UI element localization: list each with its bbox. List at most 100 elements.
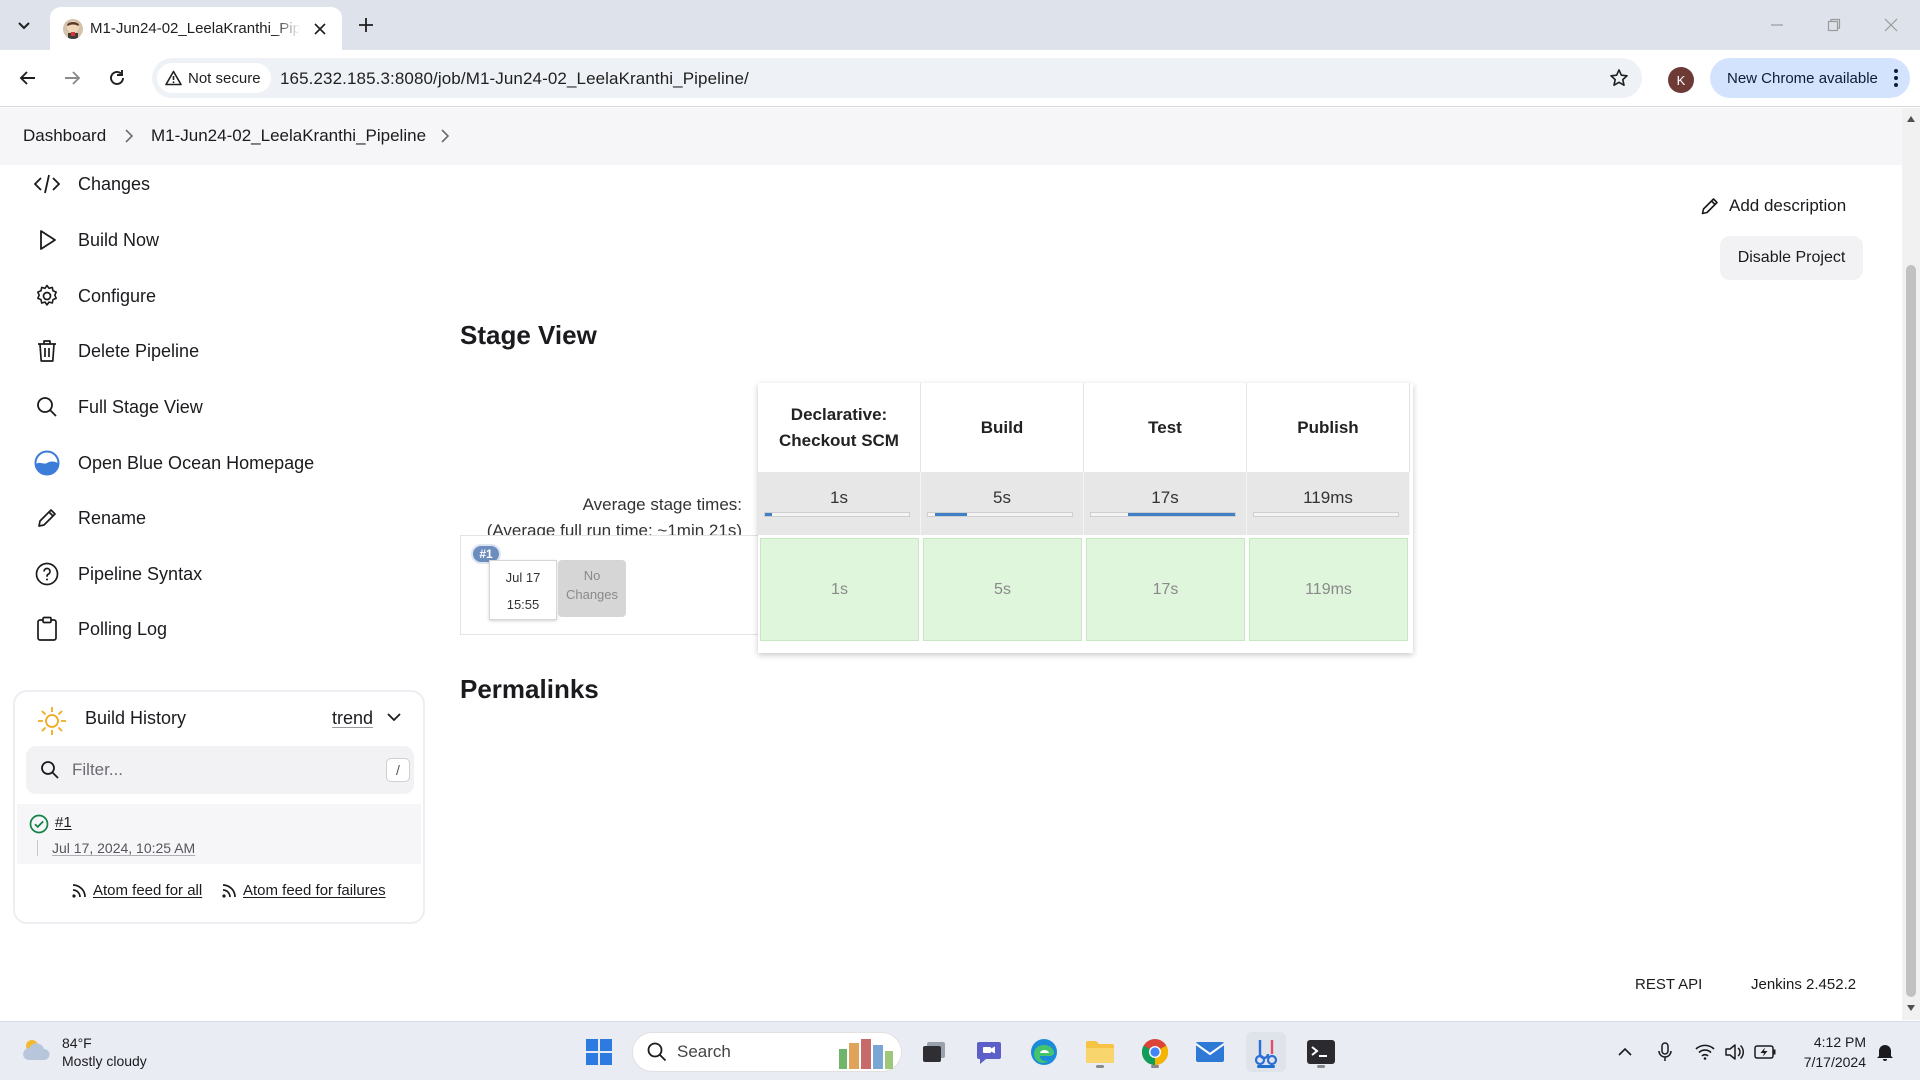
site-info-button[interactable]: Not secure (157, 63, 271, 93)
disable-project-button[interactable]: Disable Project (1720, 236, 1863, 280)
stage-result-cell[interactable]: 1s (760, 538, 919, 641)
bookmark-button[interactable] (1606, 65, 1632, 91)
active-indicator (1257, 1065, 1275, 1068)
taskbar-search[interactable]: Search (632, 1032, 902, 1072)
stage-result-cell[interactable]: 5s (923, 538, 1082, 641)
build-date-link[interactable]: Jul 17, 2024, 10:25 AM (52, 840, 195, 856)
task-rename[interactable]: Rename (34, 501, 146, 535)
scrollbar-thumb[interactable] (1906, 265, 1916, 997)
snipping-tool-icon (1254, 1040, 1278, 1066)
file-explorer-button[interactable] (1080, 1032, 1120, 1072)
atom-feed-failures-label: Atom feed for failures (243, 882, 386, 899)
stage-result-cell[interactable]: 119ms (1249, 538, 1408, 641)
stage-progress-bar (1253, 512, 1399, 517)
jenkins-favicon-icon (63, 19, 83, 39)
weather-desc: Mostly cloudy (62, 1053, 147, 1069)
task-view-button[interactable] (914, 1032, 954, 1072)
wifi-button[interactable] (1694, 1041, 1716, 1063)
show-hidden-icons-button[interactable] (1614, 1041, 1636, 1063)
breadcrumb-job[interactable]: M1-Jun24-02_LeelaKranthi_Pipeline (151, 126, 426, 146)
task-pipeline-syntax[interactable]: Pipeline Syntax (34, 557, 202, 591)
avg-stage-times-label: Average stage times: (582, 495, 742, 514)
no-changes-box[interactable]: No Changes (558, 560, 626, 617)
stage-progress-fill (935, 513, 967, 516)
stage-header: Declarative: Checkout SCM (758, 383, 921, 472)
breadcrumb-dashboard[interactable]: Dashboard (23, 126, 106, 146)
close-window-button[interactable] (1876, 10, 1906, 40)
rest-api-link[interactable]: REST API (1635, 976, 1702, 993)
build-filter-input[interactable] (72, 758, 352, 782)
volume-button[interactable] (1724, 1041, 1746, 1063)
build-filter: / (26, 746, 414, 794)
reload-button[interactable] (101, 62, 133, 94)
browser-tab[interactable]: M1-Jun24-02_LeelaKranthi_Pipeline (50, 7, 342, 50)
stage-header: Build (921, 383, 1084, 472)
profile-avatar[interactable]: K (1668, 67, 1694, 93)
teams-chat-button[interactable] (969, 1032, 1009, 1072)
jenkins-version-link[interactable]: Jenkins 2.452.2 (1751, 976, 1856, 993)
tab-search-button[interactable] (9, 10, 39, 40)
chevron-down-icon[interactable] (387, 712, 401, 722)
kebab-menu-icon (1894, 69, 1898, 87)
build-number-link[interactable]: #1 (55, 814, 72, 831)
trash-icon (34, 338, 60, 364)
stage-average-value: 119ms (1303, 488, 1353, 507)
folder-icon (1086, 1041, 1114, 1063)
address-bar[interactable]: Not secure 165.232.185.3:8080/job/M1-Jun… (152, 58, 1642, 98)
start-button[interactable] (579, 1032, 619, 1072)
atom-feed-all-link[interactable]: Atom feed for all (71, 882, 202, 899)
task-full-stage-view[interactable]: Full Stage View (34, 390, 203, 424)
restore-window-button[interactable] (1819, 10, 1849, 40)
task-label: Open Blue Ocean Homepage (78, 452, 315, 473)
sun-icon (38, 707, 66, 735)
clock-time: 4:12 PM (1813, 1034, 1866, 1050)
task-label: Configure (78, 285, 157, 306)
scroll-up-arrow-icon[interactable] (1907, 116, 1915, 122)
stage-column: Test 17s 17s (1084, 383, 1247, 653)
url-text[interactable]: 165.232.185.3:8080/job/M1-Jun24-02_Leela… (280, 69, 749, 89)
stage-column: Publish 119ms 119ms (1247, 383, 1410, 653)
chrome-taskbar-button[interactable] (1135, 1032, 1175, 1072)
restore-icon (1827, 18, 1841, 32)
forward-button[interactable] (56, 62, 88, 94)
task-blue-ocean[interactable]: Open Blue Ocean Homepage (34, 446, 314, 480)
task-polling-log[interactable]: Polling Log (34, 612, 167, 646)
snipping-tool-button[interactable] (1246, 1032, 1286, 1072)
chevron-right-icon[interactable] (440, 129, 450, 143)
pencil-icon (34, 505, 60, 531)
pencil-icon (1701, 198, 1718, 215)
stage-result-cell[interactable]: 17s (1086, 538, 1245, 641)
scroll-down-arrow-icon[interactable] (1907, 1005, 1915, 1011)
task-build-now[interactable]: Build Now (34, 223, 159, 257)
task-delete-pipeline[interactable]: Delete Pipeline (34, 334, 199, 368)
update-label: New Chrome available (1727, 69, 1878, 87)
battery-button[interactable] (1754, 1041, 1776, 1063)
back-button[interactable] (12, 62, 44, 94)
add-description-link[interactable]: Add description (1700, 196, 1846, 216)
task-label: Delete Pipeline (78, 340, 200, 361)
tab-title: M1-Jun24-02_LeelaKranthi_Pipeline (90, 20, 300, 37)
page-scrollbar[interactable] (1902, 108, 1920, 1020)
taskbar-clock[interactable]: 4:12 PM 7/17/2024 (1796, 1032, 1866, 1072)
stage-progress-bar (927, 512, 1073, 517)
edge-icon (1031, 1039, 1057, 1065)
mail-button[interactable] (1190, 1032, 1230, 1072)
search-icon (647, 1042, 667, 1062)
new-tab-button[interactable] (351, 10, 381, 40)
weather-widget[interactable]: 84°F Mostly cloudy (20, 1034, 147, 1070)
task-configure[interactable]: Configure (34, 279, 156, 313)
edge-browser-button[interactable] (1024, 1032, 1064, 1072)
task-changes[interactable]: Changes (34, 167, 150, 201)
terminal-button[interactable] (1301, 1032, 1341, 1072)
tab-close-button[interactable] (310, 19, 330, 39)
stage-progress-bar (1090, 512, 1236, 517)
chrome-update-button[interactable]: New Chrome available (1710, 58, 1910, 98)
build-history-trend-link[interactable]: trend (332, 708, 373, 729)
microphone-button[interactable] (1654, 1041, 1676, 1063)
notifications-button[interactable] (1874, 1041, 1896, 1063)
atom-feed-failures-link[interactable]: Atom feed for failures (221, 882, 386, 899)
cloudy-weather-icon (23, 1040, 50, 1060)
taskbar-search-label: Search (677, 1042, 731, 1061)
minimize-window-button[interactable] (1762, 10, 1792, 40)
arrow-right-icon (65, 71, 81, 85)
